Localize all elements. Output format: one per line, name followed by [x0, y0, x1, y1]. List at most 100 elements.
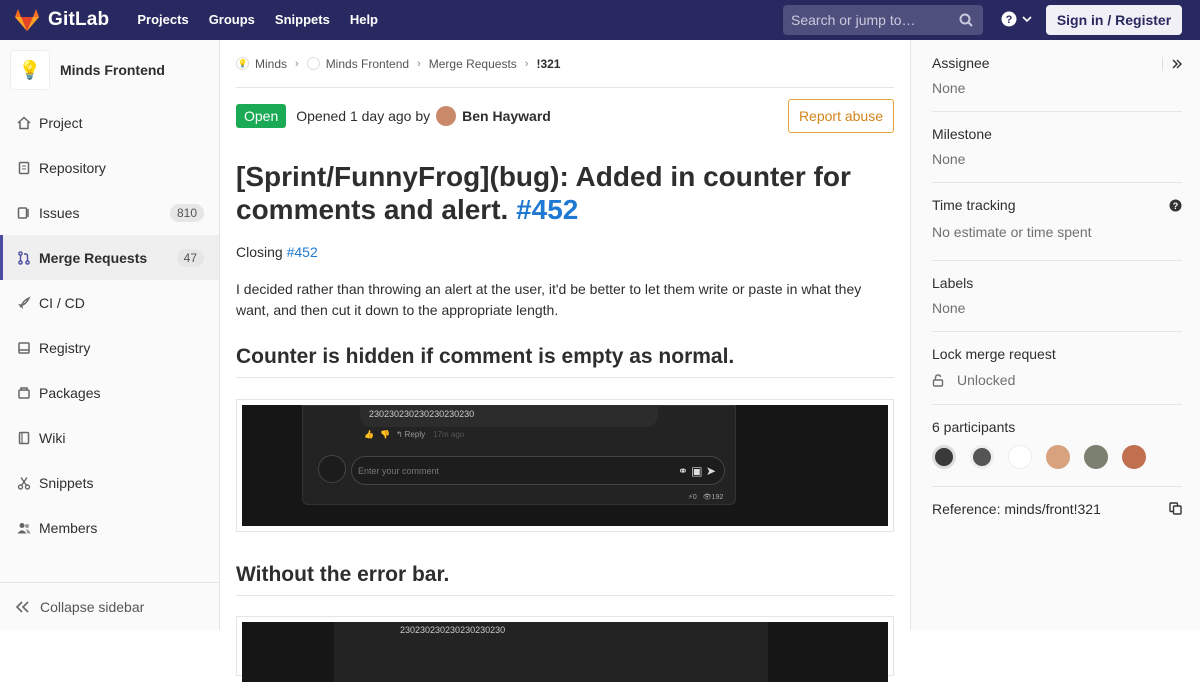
time-tracking-title: Time tracking	[932, 197, 1016, 213]
question-icon[interactable]: ?	[1169, 199, 1182, 212]
milestone-value: None	[932, 151, 966, 167]
reply-icon: ↰	[395, 430, 403, 439]
gitlab-logo[interactable]: GitLab	[14, 0, 109, 40]
collapse-sidebar-button[interactable]: Collapse sidebar	[0, 582, 219, 630]
double-chevron-right-icon	[1172, 59, 1182, 69]
home-icon	[16, 115, 32, 131]
report-abuse-button[interactable]: Report abuse	[787, 99, 894, 133]
lock-block: Lock merge request Unlocked	[932, 346, 1182, 405]
comment-time: 17m ago	[433, 430, 465, 439]
participant-avatar[interactable]	[1046, 445, 1070, 469]
reply-label: Reply	[404, 430, 426, 439]
lock-status: Unlocked	[932, 372, 1182, 388]
tanuki-icon	[15, 9, 39, 31]
breadcrumb-label: Minds Frontend	[325, 56, 410, 71]
chevron-down-icon	[1022, 16, 1032, 23]
labels-title: Labels	[932, 275, 974, 291]
minds-avatar: 💡	[236, 57, 249, 70]
sidebar-item-snippets[interactable]: Snippets	[0, 460, 219, 505]
mr-count-badge: 47	[176, 248, 204, 267]
right-sidebar: Assignee None Milestone None Time tracki…	[910, 40, 1200, 630]
participant-avatar[interactable]	[970, 445, 994, 469]
nav-projects[interactable]: Projects	[127, 0, 198, 40]
comment-actions: 👍 👎 ↰ Reply 17m ago	[364, 430, 464, 439]
lock-value: Unlocked	[957, 372, 1016, 388]
svg-text:?: ?	[1173, 201, 1179, 211]
nav-groups[interactable]: Groups	[199, 0, 265, 40]
stats-right: 192	[711, 494, 724, 501]
sidebar-item-label: CI / CD	[39, 294, 85, 311]
toggle-sidebar-button[interactable]	[1162, 57, 1182, 71]
doc-icon	[16, 160, 32, 176]
svg-text:?: ?	[1006, 14, 1013, 26]
help-dropdown[interactable]: ?	[1001, 11, 1032, 27]
chevron-right-icon: ›	[295, 57, 299, 70]
sidebar-item-merge-requests[interactable]: Merge Requests 47	[0, 235, 219, 280]
sidebar-item-label: Repository	[39, 159, 106, 176]
search-placeholder: Search or jump to…	[791, 12, 916, 28]
project-name: Minds Frontend	[60, 62, 165, 78]
screenshot-image-1[interactable]: 230230230230230230230 👍 👎 ↰ Reply 17m ag…	[236, 399, 894, 532]
reference-block: Reference: minds/front!321	[932, 501, 1182, 531]
participant-avatar[interactable]	[1084, 445, 1108, 469]
sidebar-item-wiki[interactable]: Wiki	[0, 415, 219, 460]
comment-placeholder: Enter your comment	[358, 465, 440, 476]
search-input[interactable]: Search or jump to…	[783, 5, 983, 35]
sidebar-item-registry[interactable]: Registry	[0, 325, 219, 370]
minds-frontend-avatar	[306, 57, 320, 70]
breadcrumb-minds-frontend[interactable]: Minds Frontend	[306, 56, 410, 71]
nav-links: Projects Groups Snippets Help	[127, 0, 388, 40]
project-header[interactable]: 💡 Minds Frontend	[0, 40, 219, 100]
breadcrumb-minds[interactable]: 💡 Minds	[236, 57, 287, 71]
sidebar-item-label: Project	[39, 114, 83, 131]
comment-text: 230230230230230230230	[400, 625, 506, 635]
labels-block: Labels None	[932, 275, 1182, 332]
mr-header: Open Opened 1 day ago by Ben Hayward Rep…	[236, 88, 894, 144]
sidebar-item-repository[interactable]: Repository	[0, 145, 219, 190]
breadcrumb: 💡 Minds › Minds Frontend › Merge Request…	[236, 40, 894, 88]
comment-input: Enter your comment ⚭ ▣ ➤	[351, 456, 725, 485]
merge-icon	[16, 250, 32, 266]
top-navbar: GitLab Projects Groups Snippets Help Sea…	[0, 0, 1200, 40]
participants-title: 6 participants	[932, 419, 1016, 435]
sidebar-item-label: Packages	[39, 384, 101, 401]
labels-value: None	[932, 300, 966, 316]
left-sidebar: 💡 Minds Frontend Project Repository Issu…	[0, 40, 220, 630]
sidebar-item-packages[interactable]: Packages	[0, 370, 219, 415]
sidebar-item-ci-cd[interactable]: CI / CD	[0, 280, 219, 325]
collapse-label: Collapse sidebar	[40, 598, 145, 615]
chevron-right-icon: ›	[524, 57, 529, 70]
nav-snippets[interactable]: Snippets	[265, 0, 340, 40]
status-badge: Open	[236, 104, 287, 128]
copy-icon[interactable]	[1169, 502, 1182, 515]
chevron-right-icon: ›	[417, 57, 421, 70]
sidebar-item-issues[interactable]: Issues 810	[0, 190, 219, 235]
screenshot-image-2[interactable]: 230230230230230230230	[236, 616, 894, 682]
participant-avatar[interactable]	[1008, 445, 1032, 469]
sidebar-item-label: Registry	[39, 339, 91, 356]
sidebar-item-members[interactable]: Members	[0, 505, 219, 550]
sidebar-item-project[interactable]: Project	[0, 100, 219, 145]
assignee-value: None	[932, 80, 966, 96]
screenshot-content: 230230230230230230230 👍 👎 ↰ Reply 17m ag…	[242, 405, 888, 526]
closing-issue-link[interactable]: #452	[287, 244, 318, 260]
signin-button[interactable]: Sign in / Register	[1046, 5, 1182, 35]
participant-avatar[interactable]	[932, 445, 956, 469]
comment-text: 230230230230230230230	[369, 409, 475, 419]
breadcrumb-merge-requests[interactable]: Merge Requests	[429, 57, 517, 71]
author-avatar[interactable]	[436, 106, 457, 126]
breadcrumb-mr-id[interactable]: !321	[536, 57, 560, 71]
nav-help[interactable]: Help	[340, 0, 388, 40]
participant-avatar[interactable]	[1122, 445, 1146, 469]
brand-name: GitLab	[48, 9, 110, 30]
sidebar-item-label: Members	[39, 519, 98, 536]
participants-block: 6 participants	[932, 419, 1182, 487]
time-tracking-block: Time tracking No estimate or time spent …	[932, 197, 1182, 261]
project-avatar: 💡	[10, 50, 50, 90]
disk-icon	[16, 340, 32, 356]
assignee-title: Assignee	[932, 55, 990, 71]
opened-text: Opened 1 day ago by	[296, 108, 431, 124]
author-name[interactable]: Ben Hayward	[462, 108, 551, 124]
mr-title-issue-link[interactable]: #452	[516, 194, 578, 225]
thumbs-down-icon: 👎	[379, 430, 390, 439]
